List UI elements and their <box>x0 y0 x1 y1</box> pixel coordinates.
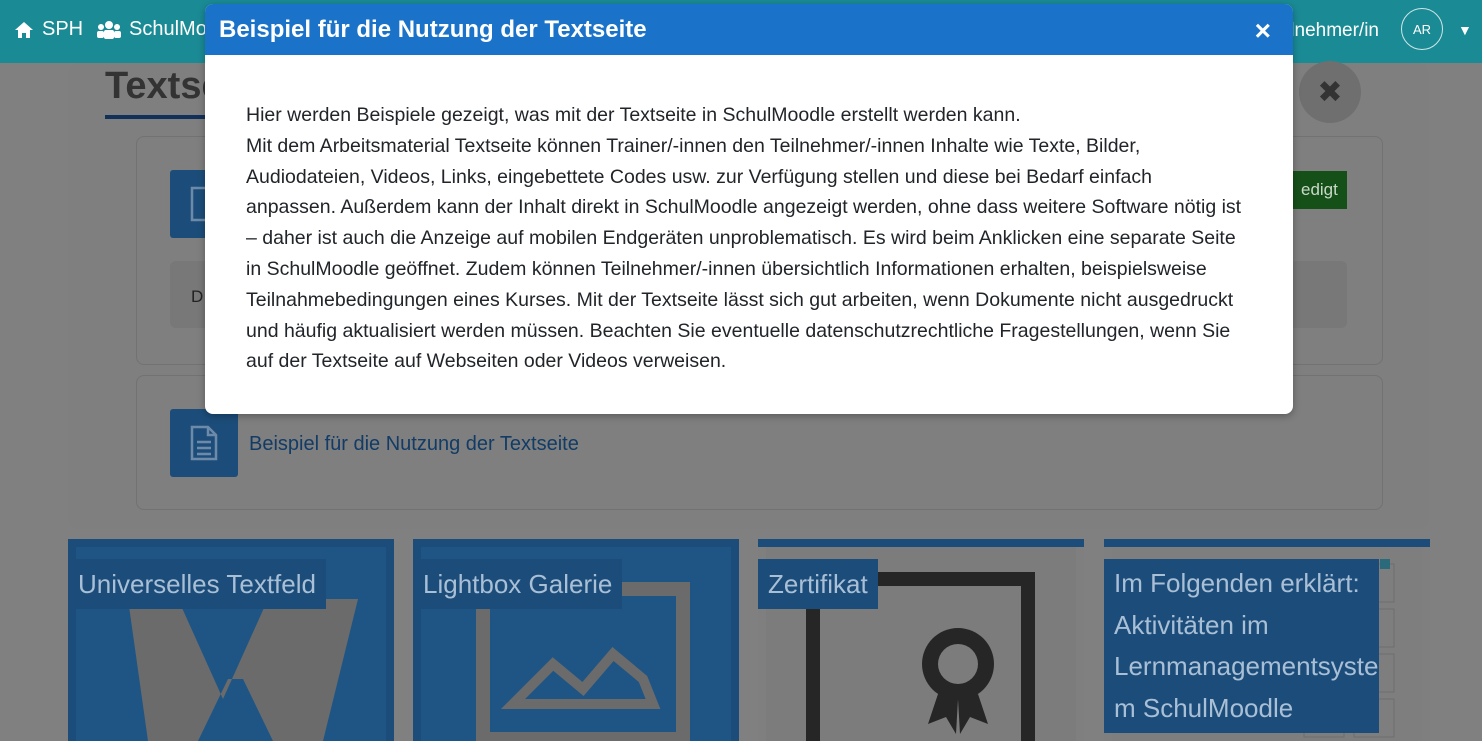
user-avatar[interactable]: AR <box>1401 8 1443 50</box>
chevron-down-icon[interactable]: ▼ <box>1458 22 1472 38</box>
title-underline <box>105 115 215 119</box>
tile-aktivitaeten[interactable]: Im Folgenden erklärt: Aktivitäten im Ler… <box>1104 539 1430 741</box>
nav-role-label: lnehmer/in <box>1290 20 1379 41</box>
modal-paragraph: Mit dem Arbeitsmaterial Textseite können… <box>246 134 1242 373</box>
nav-course-label: SchulMo <box>129 18 207 40</box>
tile-universelles-textfeld[interactable]: Universelles Textfeld <box>68 539 394 741</box>
page-icon[interactable] <box>170 409 238 477</box>
home-icon <box>15 21 33 38</box>
tile-label: Lightbox Galerie <box>413 559 623 609</box>
modal-header: Beispiel für die Nutzung der Textseite × <box>205 4 1293 55</box>
tile-label: Zertifikat <box>758 559 878 609</box>
modal-title: Beispiel für die Nutzung der Textseite <box>219 16 647 43</box>
nav-home-label: SPH <box>42 18 84 40</box>
tile-label: Im Folgenden erklärt: Aktivitäten im Ler… <box>1104 559 1379 733</box>
page-activity-link[interactable]: Beispiel für die Nutzung der Textseite <box>249 433 579 456</box>
done-badge[interactable]: edigt <box>1291 171 1347 209</box>
modal-body: Hier werden Beispiele gezeigt, was mit d… <box>246 100 1246 377</box>
close-icon[interactable]: ✖ <box>1299 61 1361 123</box>
tile-zertifikat[interactable]: Zertifikat <box>758 539 1084 741</box>
modal-paragraph: Hier werden Beispiele gezeigt, was mit d… <box>246 104 1021 126</box>
tile-lightbox-galerie[interactable]: Lightbox Galerie <box>413 539 739 741</box>
users-icon <box>97 20 121 39</box>
nav-course-link[interactable]: SchulMo <box>97 18 207 41</box>
close-icon[interactable]: × <box>1255 15 1271 47</box>
description-text: D <box>191 287 204 306</box>
nav-home-link[interactable]: SPH <box>14 18 83 41</box>
modal-dialog: Beispiel für die Nutzung der Textseite ×… <box>205 4 1293 414</box>
tile-label: Universelles Textfeld <box>68 559 326 609</box>
